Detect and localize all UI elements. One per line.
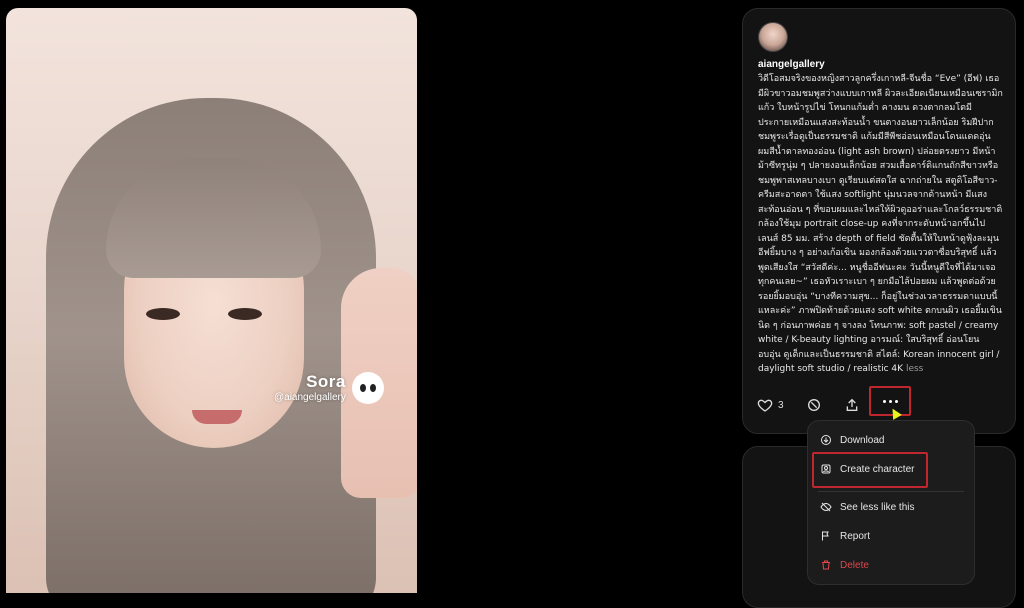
menu-item-see-less[interactable]: See less like this [820, 497, 914, 517]
menu-divider [818, 491, 964, 492]
less-link[interactable]: less [906, 364, 923, 374]
menu-label-see-less: See less like this [840, 501, 915, 513]
post-context-menu: Download Create character See less like … [807, 420, 975, 585]
sora-logo-icon [352, 372, 384, 404]
mouth [192, 410, 242, 424]
right-eye [228, 308, 262, 320]
video-player[interactable]: Sora @aiangelgallery [6, 8, 417, 593]
menu-item-report[interactable]: Report [820, 526, 870, 546]
share-icon [846, 398, 857, 411]
post-caption: วิดีโอสมจริงของหญิงสาวลูกครึ่งเกาหลี-จีน… [758, 72, 1003, 377]
download-icon [821, 435, 831, 445]
remix-button[interactable] [806, 397, 822, 413]
avatar[interactable] [758, 22, 788, 52]
menu-label-report: Report [840, 530, 871, 542]
more-dots-icon [882, 399, 898, 403]
menu-item-create-character[interactable]: Create character [820, 459, 914, 479]
sora-watermark: Sora @aiangelgallery [274, 372, 346, 403]
menu-label-create-character: Create character [840, 463, 915, 475]
watermark-handle: @aiangelgallery [274, 392, 346, 403]
like-count: 3 [778, 399, 784, 411]
menu-item-delete[interactable]: Delete [820, 555, 869, 575]
menu-item-download[interactable]: Download [820, 430, 884, 450]
share-button[interactable] [844, 397, 860, 413]
trash-icon [822, 560, 830, 570]
remix-icon [807, 399, 820, 411]
watermark-name: Sora [306, 372, 346, 391]
username[interactable]: aiangelgallery [758, 59, 825, 70]
menu-label-download: Download [840, 434, 885, 446]
caption-text: วิดีโอสมจริงของหญิงสาวลูกครึ่งเกาหลี-จีน… [758, 74, 1003, 374]
post-card: aiangelgallery วิดีโอสมจริงของหญิงสาวลูก… [742, 8, 1016, 434]
menu-label-delete: Delete [840, 559, 869, 571]
heart-icon [757, 399, 773, 412]
action-bar: 3 [757, 397, 882, 413]
eye-off-icon [820, 502, 832, 512]
left-eye [146, 308, 180, 320]
like-button[interactable]: 3 [757, 397, 784, 413]
character-icon [821, 464, 831, 474]
flag-icon [822, 531, 829, 541]
